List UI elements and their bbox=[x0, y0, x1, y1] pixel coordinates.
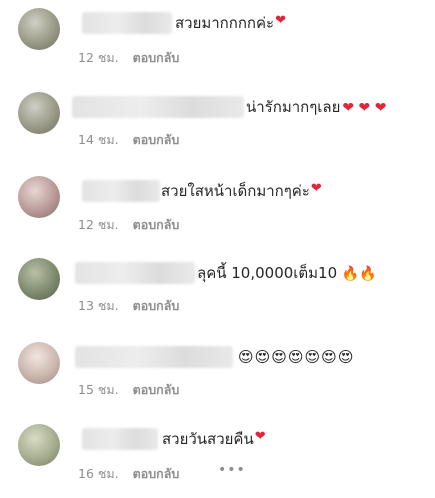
comment-meta: 12 ชม. ตอบกลับ bbox=[78, 215, 179, 235]
avatar[interactable] bbox=[18, 424, 60, 466]
reply-button[interactable]: ตอบกลับ bbox=[133, 217, 180, 232]
reply-button[interactable]: ตอบกลับ bbox=[133, 466, 180, 481]
comment-text: ลุคนี้ 10,0000เต็ม10 🔥🔥 bbox=[197, 264, 377, 282]
comment-time: 12 ชม. bbox=[78, 217, 119, 232]
comment-text: สวยใสหน้าเด็กมากๆค่ะ❤ bbox=[161, 181, 322, 200]
comment-item: สวยมากกกกค่ะ❤ 12 ชม. ตอบกลับ bbox=[0, 0, 435, 80]
username-blurred[interactable] bbox=[72, 96, 244, 118]
avatar[interactable] bbox=[18, 342, 60, 384]
comment-item: 😍😍😍😍😍😍😍 15 ชม. ตอบกลับ bbox=[0, 336, 435, 416]
comment-meta: 12 ชม. ตอบกลับ bbox=[78, 48, 179, 68]
avatar[interactable] bbox=[18, 176, 60, 218]
username-blurred[interactable] bbox=[75, 262, 195, 284]
reply-button[interactable]: ตอบกลับ bbox=[133, 132, 180, 147]
username-blurred[interactable] bbox=[75, 346, 233, 368]
avatar[interactable] bbox=[18, 258, 60, 300]
fire-icon: 🔥🔥 bbox=[341, 265, 377, 282]
comment-item: ลุคนี้ 10,0000เต็ม10 🔥🔥 13 ชม. ตอบกลับ bbox=[0, 252, 435, 332]
reply-button[interactable]: ตอบกลับ bbox=[133, 382, 180, 397]
heart-icon: ❤ bbox=[275, 13, 287, 28]
comment-item: สวยใสหน้าเด็กมากๆค่ะ❤ 12 ชม. ตอบกลับ bbox=[0, 168, 435, 248]
avatar[interactable] bbox=[18, 92, 60, 134]
avatar[interactable] bbox=[18, 8, 60, 50]
comment-meta: 15 ชม. ตอบกลับ bbox=[78, 380, 179, 400]
comment-time: 13 ชม. bbox=[78, 298, 119, 313]
more-options-icon[interactable]: ••• bbox=[218, 462, 246, 478]
comment-time: 12 ชม. bbox=[78, 50, 119, 65]
reply-button[interactable]: ตอบกลับ bbox=[133, 50, 180, 65]
comment-text: สวยมากกกกค่ะ❤ bbox=[175, 13, 287, 32]
comment-item: น่ารักมากๆเลย ❤ ❤ ❤ 14 ชม. ตอบกลับ bbox=[0, 84, 435, 164]
comment-text: 😍😍😍😍😍😍😍 bbox=[238, 346, 354, 368]
comment-text: น่ารักมากๆเลย ❤ ❤ ❤ bbox=[246, 98, 387, 116]
heart-eyes-icon: 😍😍😍😍😍😍😍 bbox=[238, 348, 355, 366]
reply-button[interactable]: ตอบกลับ bbox=[133, 298, 180, 313]
heart-icon: ❤ bbox=[254, 429, 266, 444]
username-blurred[interactable] bbox=[82, 428, 158, 450]
comment-time: 15 ชม. bbox=[78, 382, 119, 397]
heart-icon: ❤ ❤ ❤ bbox=[342, 100, 387, 116]
comment-text: สวยวันสวยคืน❤ bbox=[162, 429, 266, 448]
comment-item: สวยวันสวยคืน❤ 16 ชม. ตอบกลับ ••• bbox=[0, 418, 435, 498]
username-blurred[interactable] bbox=[82, 12, 172, 34]
comment-time: 14 ชม. bbox=[78, 132, 119, 147]
comment-time: 16 ชม. bbox=[78, 466, 119, 481]
username-blurred[interactable] bbox=[82, 180, 160, 202]
comment-meta: 16 ชม. ตอบกลับ bbox=[78, 464, 179, 484]
comment-meta: 13 ชม. ตอบกลับ bbox=[78, 296, 179, 316]
comment-meta: 14 ชม. ตอบกลับ bbox=[78, 130, 179, 150]
heart-icon: ❤ bbox=[310, 181, 322, 196]
